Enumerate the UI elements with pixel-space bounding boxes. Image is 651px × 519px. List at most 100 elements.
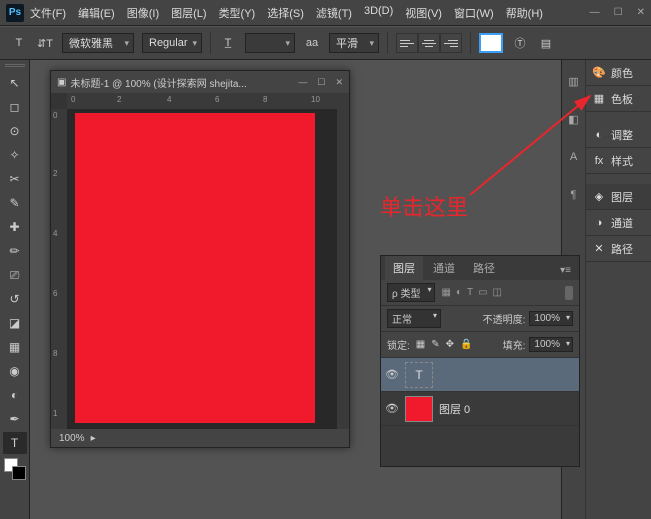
lasso-tool[interactable]: ⊙ (3, 120, 27, 142)
ruler-tick: 1 (53, 409, 57, 418)
blur-tool[interactable]: ◉ (3, 360, 27, 382)
history-brush-tool[interactable]: ↺ (3, 288, 27, 310)
layers-icon: ◈ (592, 190, 606, 204)
minimize-button[interactable]: — (590, 7, 600, 18)
menu-3d[interactable]: 3D(D) (364, 5, 393, 21)
stamp-tool[interactable]: ⎚ (3, 264, 27, 286)
layer-thumbnail[interactable]: T (405, 362, 433, 388)
pen-tool[interactable]: ✒ (3, 408, 27, 430)
channels-icon: ◑ (592, 216, 606, 230)
menu-filter[interactable]: 滤镜(T) (316, 5, 352, 21)
panel-color[interactable]: 🎨颜色 (586, 60, 651, 86)
color-swatches[interactable] (4, 458, 26, 480)
align-center-button[interactable] (418, 33, 440, 53)
lock-position-icon[interactable]: ✥ (446, 339, 454, 350)
vertical-ruler[interactable]: 0 2 4 6 8 1 (51, 109, 67, 429)
dock-char-icon[interactable]: A (565, 148, 583, 166)
eyedropper-tool[interactable]: ✎ (3, 192, 27, 214)
menu-type[interactable]: 类型(Y) (219, 5, 256, 21)
fill-value[interactable]: 100% (529, 337, 573, 352)
menu-help[interactable]: 帮助(H) (506, 5, 543, 21)
eraser-tool[interactable]: ◪ (3, 312, 27, 334)
text-color-swatch[interactable] (479, 33, 503, 53)
panel-adjust[interactable]: ◐调整 (586, 122, 651, 148)
zoom-level[interactable]: 100% (59, 433, 85, 444)
opacity-value[interactable]: 100% (529, 311, 573, 326)
visibility-icon[interactable]: 👁 (385, 368, 399, 381)
panel-styles[interactable]: fx样式 (586, 148, 651, 174)
vertical-scrollbar[interactable] (337, 109, 349, 429)
crop-tool[interactable]: ✂ (3, 168, 27, 190)
menu-layer[interactable]: 图层(L) (171, 5, 206, 21)
panel-layers[interactable]: ◈图层 (586, 184, 651, 210)
tab-paths[interactable]: 路径 (465, 256, 503, 280)
layer-kind-dropdown[interactable]: ρ 类型 (387, 283, 435, 302)
warp-text-icon[interactable]: Ⓣ (511, 34, 529, 52)
anti-alias-dropdown[interactable]: 平滑 (329, 33, 379, 53)
blend-mode-dropdown[interactable]: 正常 (387, 309, 441, 328)
options-bar: T ⇵T 微软雅黑 Regular T̲ aa 平滑 Ⓣ ▤ (0, 26, 651, 60)
gradient-tool[interactable]: ▦ (3, 336, 27, 358)
magic-wand-tool[interactable]: ✧ (3, 144, 27, 166)
canvas-viewport[interactable] (67, 109, 349, 429)
menu-select[interactable]: 选择(S) (267, 5, 304, 21)
canvas[interactable] (75, 113, 315, 423)
healing-tool[interactable]: ✚ (3, 216, 27, 238)
lock-all-icon[interactable]: 🔒 (460, 339, 472, 350)
tab-channels[interactable]: 通道 (425, 256, 463, 280)
dock-history-icon[interactable]: ▥ (565, 72, 583, 90)
lock-transparency-icon[interactable]: ▦ (416, 339, 425, 350)
close-button[interactable]: ✕ (637, 7, 645, 18)
visibility-icon[interactable]: 👁 (385, 402, 399, 415)
filter-type-icon[interactable]: T (467, 287, 473, 298)
filter-pixel-icon[interactable]: ▦ (441, 287, 450, 298)
doc-icon: ▣ (57, 77, 66, 88)
horizontal-ruler[interactable]: 0 2 4 6 8 10 (67, 93, 349, 109)
ruler-tick: 2 (117, 95, 121, 104)
dodge-tool[interactable]: ◐ (3, 384, 27, 406)
doc-minimize-button[interactable]: — (298, 77, 307, 88)
panel-column: 🎨颜色 ▦色板 ◐调整 fx样式 ◈图层 ◑通道 ✕路径 (586, 60, 651, 519)
menu-file[interactable]: 文件(F) (30, 5, 66, 21)
maximize-button[interactable]: ☐ (614, 7, 623, 18)
align-right-button[interactable] (440, 33, 462, 53)
document-titlebar[interactable]: ▣ 未标题-1 @ 100% (设计探索网 shejita... — ☐ ✕ (51, 71, 349, 93)
font-weight-dropdown[interactable]: Regular (142, 33, 202, 53)
anti-alias-label: aa (303, 34, 321, 52)
character-panel-icon[interactable]: ▤ (537, 34, 555, 52)
dock-para-icon[interactable]: ¶ (565, 186, 583, 204)
status-info-icon[interactable]: ▸ (91, 433, 96, 444)
font-size-dropdown[interactable] (245, 33, 295, 53)
brush-tool[interactable]: ✏ (3, 240, 27, 262)
toolbox-grip[interactable] (5, 64, 25, 68)
menu-window[interactable]: 窗口(W) (454, 5, 494, 21)
lock-pixels-icon[interactable]: ✎ (431, 339, 439, 350)
filter-smart-icon[interactable]: ◫ (493, 287, 502, 298)
layer-thumbnail[interactable] (405, 396, 433, 422)
orientation-icon[interactable]: ⇵T (36, 34, 54, 52)
font-family-dropdown[interactable]: 微软雅黑 (62, 33, 134, 53)
align-left-button[interactable] (396, 33, 418, 53)
menu-edit[interactable]: 编辑(E) (78, 5, 115, 21)
panel-swatches[interactable]: ▦色板 (586, 86, 651, 112)
app-logo: Ps (6, 4, 24, 22)
panel-menu-icon[interactable]: ▾≡ (556, 261, 575, 280)
layer-name[interactable]: 图层 0 (439, 401, 470, 417)
ruler-tick: 8 (263, 95, 267, 104)
menu-view[interactable]: 视图(V) (405, 5, 442, 21)
panel-paths[interactable]: ✕路径 (586, 236, 651, 262)
layer-item[interactable]: 👁 T (381, 358, 579, 392)
filter-adjust-icon[interactable]: ◐ (456, 287, 462, 298)
layer-item[interactable]: 👁 图层 0 (381, 392, 579, 426)
panel-channels[interactable]: ◑通道 (586, 210, 651, 236)
tab-layers[interactable]: 图层 (385, 256, 423, 280)
marquee-tool[interactable]: ◻ (3, 96, 27, 118)
menu-image[interactable]: 图像(I) (127, 5, 159, 21)
filter-toggle[interactable] (565, 286, 573, 300)
filter-shape-icon[interactable]: ▭ (478, 287, 487, 298)
doc-close-button[interactable]: ✕ (335, 77, 343, 88)
type-tool[interactable]: T (3, 432, 27, 454)
doc-maximize-button[interactable]: ☐ (317, 77, 325, 88)
move-tool[interactable]: ↖ (3, 72, 27, 94)
dock-properties-icon[interactable]: ◧ (565, 110, 583, 128)
